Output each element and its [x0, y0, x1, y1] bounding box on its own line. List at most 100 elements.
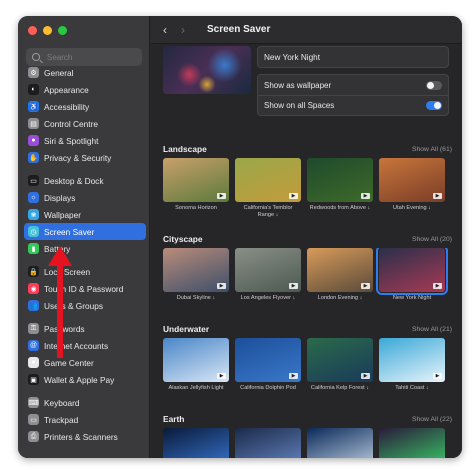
sidebar-item-game-center[interactable]: ● Game Center [24, 354, 146, 371]
screen-saver-thumbnail[interactable]: ▶ London Evening ↓ [307, 248, 373, 302]
sidebar-item-accessibility[interactable]: ♿ Accessibility [24, 98, 146, 115]
sidebar: Search ⚙ General ◐ Appearance ♿ Accessibility… [18, 16, 150, 458]
section-underwater: Underwater Show All (21) ▶ Alaskan Jellyfis… [163, 322, 462, 392]
thumbnail-image: ▶ [379, 158, 445, 202]
sidebar-item-label: Control Centre [44, 118, 98, 129]
users-icon: 👥 [28, 300, 39, 311]
video-icon: ▶ [361, 373, 370, 379]
screen-saver-thumbnail[interactable]: ▶ Redwoods from Above ↓ [307, 158, 373, 218]
settings-window: Search ⚙ General ◐ Appearance ♿ Accessibility… [18, 16, 462, 458]
red-arrow-annotation [48, 246, 72, 358]
show-all-button[interactable]: Show All (21) [412, 326, 452, 333]
thumbnail-caption: New York Night [392, 295, 432, 301]
screen-saver-thumbnail[interactable]: ▶ [163, 428, 229, 458]
thumbnail-image: ▶ [307, 158, 373, 202]
screen-saver-thumbnail[interactable]: ▶ Utah Evening ↓ [379, 158, 445, 218]
screen-saver-thumbnail[interactable]: ▶ California Kelp Forest ↓ [307, 338, 373, 392]
sidebar-item-display[interactable]: ☼ Displays [24, 189, 146, 206]
sidebar-item-label: Printers & Scanners [44, 431, 118, 442]
back-button[interactable]: ‹ [163, 23, 181, 37]
page-title: Screen Saver [207, 24, 271, 35]
thumbnail-image: ▶ [235, 248, 301, 292]
printer-icon: ⎙ [28, 431, 39, 442]
section-landscape: Landscape Show All (61) ▶ Sonoma Horizon ▶ Ca… [163, 142, 462, 218]
thumbnail-row: ▶ Sonoma Horizon ▶ California's Temblor Ran… [163, 158, 462, 218]
thumbnail-image: ▶ [163, 338, 229, 382]
sidebar-item-printer[interactable]: ⎙ Printers & Scanners [24, 428, 146, 445]
screen-saver-thumbnail[interactable]: ▶ Sonoma Horizon [163, 158, 229, 218]
arrow-head [48, 246, 72, 266]
minimize-button[interactable] [43, 26, 52, 35]
game-center-icon: ● [28, 357, 39, 368]
thumbnail-image: ▶ [307, 338, 373, 382]
wallpaper-icon: ❀ [28, 209, 39, 220]
show-as-wallpaper-toggle[interactable] [426, 80, 442, 90]
sidebar-item-hand[interactable]: ✋ Privacy & Security [24, 149, 146, 166]
screen-saver-thumbnail[interactable]: ▶ Dubai Skyline ↓ [163, 248, 229, 302]
section-header: Cityscape Show All (20) [163, 232, 462, 246]
sidebar-item-siri[interactable]: ● Siri & Spotlight [24, 132, 146, 149]
sidebar-item-label: Desktop & Dock [44, 175, 104, 186]
sidebar-item-wallpaper[interactable]: ❀ Wallpaper [24, 206, 146, 223]
video-icon: ▶ [217, 283, 226, 289]
sidebar-item-fingerprint[interactable]: ◉ Touch ID & Password [24, 280, 146, 297]
screen-saver-thumbnail[interactable]: ▶ California's Temblor Range ↓ [235, 158, 301, 218]
sidebar-list: ⚙ General ◐ Appearance ♿ Accessibility ▤ Contro… [24, 64, 146, 445]
screen-saver-thumbnail[interactable]: ▶ [307, 428, 373, 458]
at-icon: @ [28, 340, 39, 351]
sidebar-item-trackpad[interactable]: ▭ Trackpad [24, 411, 146, 428]
sidebar-item-keyboard[interactable]: ⌨ Keyboard [24, 394, 146, 411]
control-centre-icon: ▤ [28, 118, 39, 129]
thumbnail-image: ▶ [163, 158, 229, 202]
forward-button[interactable]: › [181, 23, 199, 37]
section-title: Cityscape [163, 234, 203, 244]
siri-icon: ● [28, 135, 39, 146]
screen-saver-thumbnail[interactable]: ▶ California Dolphin Pod [235, 338, 301, 392]
screen-saver-thumbnail[interactable]: ▶ [379, 428, 445, 458]
sidebar-item-screen-saver[interactable]: ◷ Screen Saver [24, 223, 146, 240]
sidebar-item-battery[interactable]: ▮ Battery [24, 240, 146, 257]
sidebar-item-dock[interactable]: ▭ Desktop & Dock [24, 172, 146, 189]
sidebar-item-key[interactable]: ⚿ Passwords [24, 320, 146, 337]
option-row-spaces: Show on all Spaces [258, 95, 448, 115]
option-label: Show on all Spaces [264, 101, 335, 110]
section-header: Underwater Show All (21) [163, 322, 462, 336]
thumbnail-image: ▶ [163, 248, 229, 292]
current-screen-saver-preview [163, 46, 251, 94]
screen-saver-thumbnail[interactable]: ▶ New York Night [376, 248, 448, 302]
trackpad-icon: ▭ [28, 414, 39, 425]
show-on-all-spaces-toggle[interactable] [426, 101, 442, 110]
sidebar-item-appearance[interactable]: ◐ Appearance [24, 81, 146, 98]
thumbnail-row: ▶▶▶▶ [163, 428, 462, 458]
screen-saver-thumbnail[interactable]: ▶ [235, 428, 301, 458]
sidebar-item-wallet[interactable]: ▣ Wallet & Apple Pay [24, 371, 146, 388]
screen-saver-thumbnail[interactable]: ▶ Tahiti Coast ↓ [379, 338, 445, 392]
show-all-button[interactable]: Show All (20) [412, 236, 452, 243]
gear-icon: ⚙ [28, 67, 39, 78]
video-icon: ▶ [289, 193, 298, 199]
thumbnail-caption: California Kelp Forest ↓ [310, 385, 370, 391]
show-all-button[interactable]: Show All (22) [412, 416, 452, 423]
thumbnail-caption: Dubai Skyline ↓ [176, 295, 216, 301]
lock-icon: 🔒 [28, 266, 39, 277]
screen-saver-thumbnail[interactable]: ▶ Los Angeles Flyover ↓ [235, 248, 301, 302]
section-header: Landscape Show All (61) [163, 142, 462, 156]
search-placeholder: Search [47, 52, 73, 62]
search-icon [32, 53, 40, 61]
sidebar-item-lock[interactable]: 🔒 Lock Screen [24, 263, 146, 280]
sidebar-item-label: Privacy & Security [44, 152, 112, 163]
zoom-button[interactable] [58, 26, 67, 35]
thumbnail-caption: Alaskan Jellyfish Light [168, 385, 224, 391]
thumbnail-caption: Sonoma Horizon [175, 205, 217, 211]
sidebar-item-label: Appearance [44, 84, 89, 95]
sidebar-item-gear[interactable]: ⚙ General [24, 64, 146, 81]
close-button[interactable] [28, 26, 37, 35]
sidebar-item-at[interactable]: @ Internet Accounts [24, 337, 146, 354]
sidebar-item-control-centre[interactable]: ▤ Control Centre [24, 115, 146, 132]
sidebar-item-label: Siri & Spotlight [44, 135, 99, 146]
screen-saver-thumbnail[interactable]: ▶ Alaskan Jellyfish Light [163, 338, 229, 392]
sidebar-item-users[interactable]: 👥 Users & Groups [24, 297, 146, 314]
thumbnail-row: ▶ Dubai Skyline ↓ ▶ Los Angeles Flyover ↓ ▶ L… [163, 248, 462, 302]
show-all-button[interactable]: Show All (61) [412, 146, 452, 153]
section-title: Underwater [163, 324, 210, 334]
